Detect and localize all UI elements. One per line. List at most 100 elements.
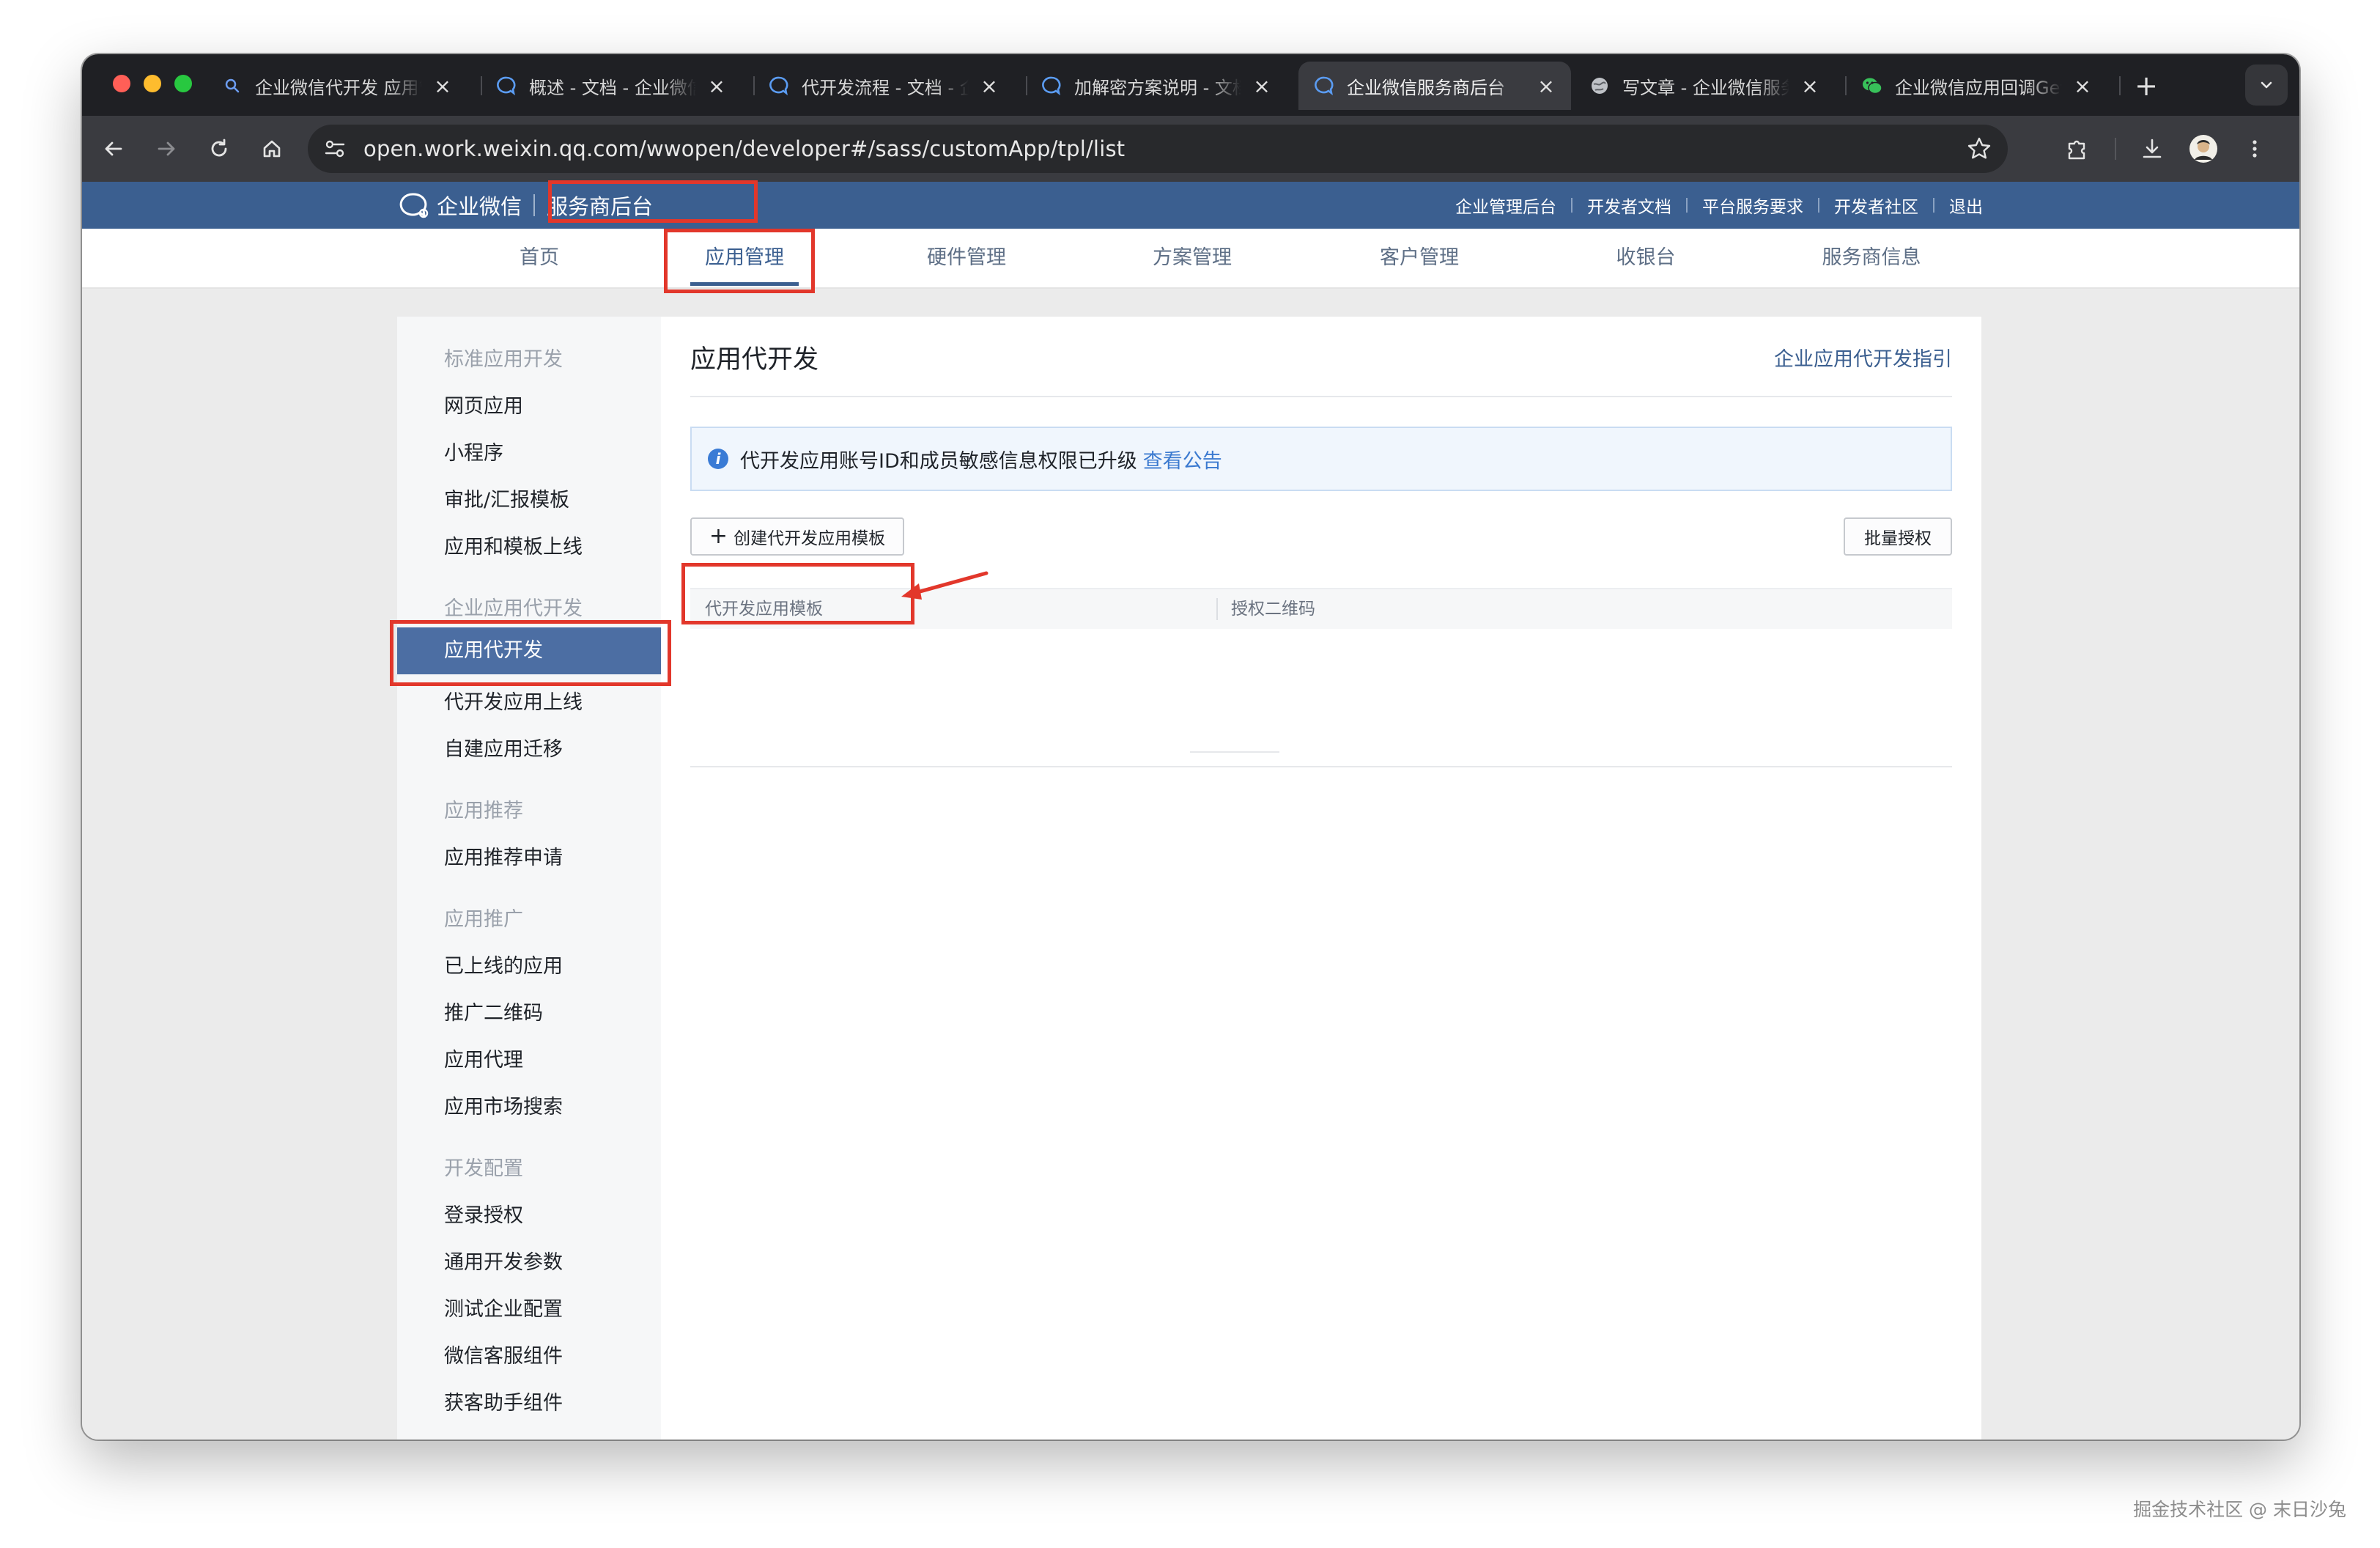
- close-tab-icon[interactable]: ×: [1536, 74, 1556, 98]
- create-template-button[interactable]: + 创建代开发应用模板: [690, 517, 904, 556]
- browser-tab-3[interactable]: 代开发流程 - 文档 - 企业微信 ×: [753, 62, 1014, 110]
- browser-window: 企业微信代开发 应用管理 × 概述 - 文档 - 企业微信开发者中心 × 代开发…: [82, 54, 2299, 1440]
- reload-icon: [211, 139, 227, 157]
- nav-cashier[interactable]: 收银台: [1606, 229, 1685, 287]
- close-tab-icon[interactable]: ×: [706, 74, 727, 98]
- notice-text: 代开发应用账号ID和成员敏感信息权限已升级: [740, 449, 1137, 473]
- sidebar-item-custom-app-launch[interactable]: 代开发应用上线: [444, 686, 583, 715]
- link-divider: [1571, 198, 1572, 213]
- browser-toolbar: open.work.weixin.qq.com/wwopen/developer…: [82, 116, 2299, 182]
- tab-title: 企业微信服务商后台: [1347, 77, 1505, 98]
- profile-button[interactable]: [2187, 132, 2220, 166]
- back-button[interactable]: [97, 132, 130, 166]
- browser-tab-7[interactable]: 企业微信应用回调Get ×: [1847, 62, 2107, 110]
- wecom-icon: [495, 75, 517, 97]
- batch-authorize-button[interactable]: 批量授权: [1844, 517, 1952, 556]
- tab-title: 企业微信代开发 应用管理: [255, 77, 422, 98]
- nav-provider-info[interactable]: 服务商信息: [1813, 229, 1930, 287]
- page-title: 应用代开发: [690, 345, 819, 375]
- wecom-icon: [768, 75, 790, 97]
- sidebar-item-customer-acquisition[interactable]: 获客助手组件: [444, 1387, 563, 1415]
- site-settings-icon[interactable]: [322, 136, 347, 161]
- browser-tab-2[interactable]: 概述 - 文档 - 企业微信开发者中心 ×: [481, 62, 742, 110]
- table-bottom-divider: [690, 766, 1952, 767]
- tab-divider: [2119, 76, 2121, 95]
- new-tab-button[interactable]: +: [2126, 66, 2166, 106]
- close-tab-icon[interactable]: ×: [979, 74, 999, 98]
- sidebar-item-app-agent[interactable]: 应用代理: [444, 1044, 523, 1072]
- browser-tab-1[interactable]: 企业微信代开发 应用管理 ×: [207, 62, 468, 110]
- wecom-icon: [1313, 75, 1335, 97]
- address-bar[interactable]: open.work.weixin.qq.com/wwopen/developer…: [308, 125, 2008, 173]
- sidebar-item-mini-program[interactable]: 小程序: [444, 437, 503, 465]
- download-icon: [2143, 139, 2162, 158]
- globe-icon: [1589, 75, 1611, 97]
- create-template-label: 创建代开发应用模板: [733, 529, 886, 548]
- main-nav: 首页 应用管理 硬件管理 方案管理 客户管理 收银台 服务商信息: [82, 229, 2299, 289]
- close-tab-icon[interactable]: ×: [2072, 74, 2093, 98]
- home-button[interactable]: [255, 132, 289, 166]
- sidebar-item-test-corp[interactable]: 测试企业配置: [444, 1293, 563, 1322]
- tab-title: 代开发流程 - 文档 - 企业微信: [802, 77, 969, 98]
- sidebar-item-dev-params[interactable]: 通用开发参数: [444, 1246, 563, 1275]
- sidebar-group-title: 应用推广: [444, 908, 523, 931]
- header-links: 企业管理后台 开发者文档 平台服务要求 开发者社区 退出: [1455, 182, 1983, 229]
- nav-customer-management[interactable]: 客户管理: [1373, 229, 1466, 287]
- main-area: 应用代开发 企业应用代开发指引 i 代开发应用账号ID和成员敏感信息权限已升级 …: [661, 317, 1981, 1440]
- header-link-logout[interactable]: 退出: [1949, 193, 1983, 218]
- sidebar-item-recommend-apply[interactable]: 应用推荐申请: [444, 841, 563, 870]
- reload-button[interactable]: [202, 132, 236, 166]
- sidebar-group-title: 应用推荐: [444, 800, 523, 822]
- annotation-arrow-icon: [901, 571, 988, 600]
- sidebar-item-login-auth[interactable]: 登录授权: [444, 1199, 523, 1228]
- extensions-button[interactable]: [2061, 132, 2094, 166]
- nav-hardware-management[interactable]: 硬件管理: [920, 229, 1013, 287]
- minimize-window-button[interactable]: [144, 75, 161, 92]
- tab-search-button[interactable]: [2245, 64, 2288, 106]
- close-window-button[interactable]: [113, 75, 130, 92]
- guide-link[interactable]: 企业应用代开发指引: [1774, 343, 1952, 372]
- column-header-qrcode: 授权二维码: [1231, 600, 1315, 619]
- url-text[interactable]: open.work.weixin.qq.com/wwopen/developer…: [363, 125, 1125, 173]
- sidebar-item-web-app[interactable]: 网页应用: [444, 390, 523, 419]
- browser-menu-button[interactable]: [2238, 132, 2272, 166]
- sidebar-item-market-search[interactable]: 应用市场搜索: [444, 1091, 563, 1119]
- more-vertical-icon: [2252, 140, 2257, 158]
- content-panel: 标准应用开发 网页应用 小程序 审批/汇报模板 应用和模板上线 企业应用代开发 …: [397, 317, 1981, 1440]
- nav-home[interactable]: 首页: [503, 229, 576, 287]
- sidebar-item-app-launch[interactable]: 应用和模板上线: [444, 531, 583, 559]
- header-link-docs[interactable]: 开发者文档: [1587, 193, 1671, 218]
- zoom-window-button[interactable]: [174, 75, 192, 92]
- watermark-text: 掘金技术社区 @ 末日沙兔: [2133, 1499, 2346, 1520]
- downloads-button[interactable]: [2135, 132, 2169, 166]
- annotation-highlight-nav: [664, 229, 815, 293]
- sidebar-item-approval-template[interactable]: 审批/汇报模板: [444, 484, 569, 512]
- search-icon: [221, 75, 243, 97]
- site-header: 企业微信 服务商后台 企业管理后台 开发者文档 平台服务要求 开发者社区 退出: [82, 182, 2299, 229]
- close-tab-icon[interactable]: ×: [1800, 74, 1820, 98]
- nav-solution-management[interactable]: 方案管理: [1146, 229, 1238, 287]
- annotation-highlight-create-button: [681, 563, 914, 624]
- plus-icon: +: [709, 523, 728, 549]
- sidebar-item-wechat-kf[interactable]: 微信客服组件: [444, 1340, 563, 1368]
- browser-tab-6[interactable]: 写文章 - 企业微信服务商 ×: [1574, 62, 1835, 110]
- notice-link[interactable]: 查看公告: [1143, 445, 1222, 473]
- header-link-requirements[interactable]: 平台服务要求: [1702, 193, 1803, 218]
- sidebar-item-promo-qrcode[interactable]: 推广二维码: [444, 997, 543, 1025]
- header-link-community[interactable]: 开发者社区: [1834, 193, 1918, 218]
- browser-tab-4[interactable]: 加解密方案说明 - 文档 ×: [1026, 62, 1287, 110]
- sidebar-item-app-migration[interactable]: 自建应用迁移: [444, 733, 563, 762]
- wechat-icon: [1861, 75, 1883, 97]
- sidebar-item-launched-apps[interactable]: 已上线的应用: [444, 950, 563, 978]
- sidebar-group-title: 开发配置: [444, 1157, 523, 1180]
- batch-authorize-label: 批量授权: [1864, 529, 1932, 548]
- forward-button[interactable]: [149, 132, 183, 166]
- close-tab-icon[interactable]: ×: [432, 74, 453, 98]
- browser-tab-active[interactable]: 企业微信服务商后台 ×: [1298, 62, 1571, 110]
- home-icon: [263, 140, 281, 158]
- link-divider: [1818, 198, 1819, 213]
- bookmark-star-icon[interactable]: [1965, 135, 1993, 163]
- header-link-admin[interactable]: 企业管理后台: [1455, 193, 1556, 218]
- close-tab-icon[interactable]: ×: [1252, 74, 1272, 98]
- screenshot-root: { "browser": { "tabs": [ {"title": "企业微信…: [0, 0, 2380, 1548]
